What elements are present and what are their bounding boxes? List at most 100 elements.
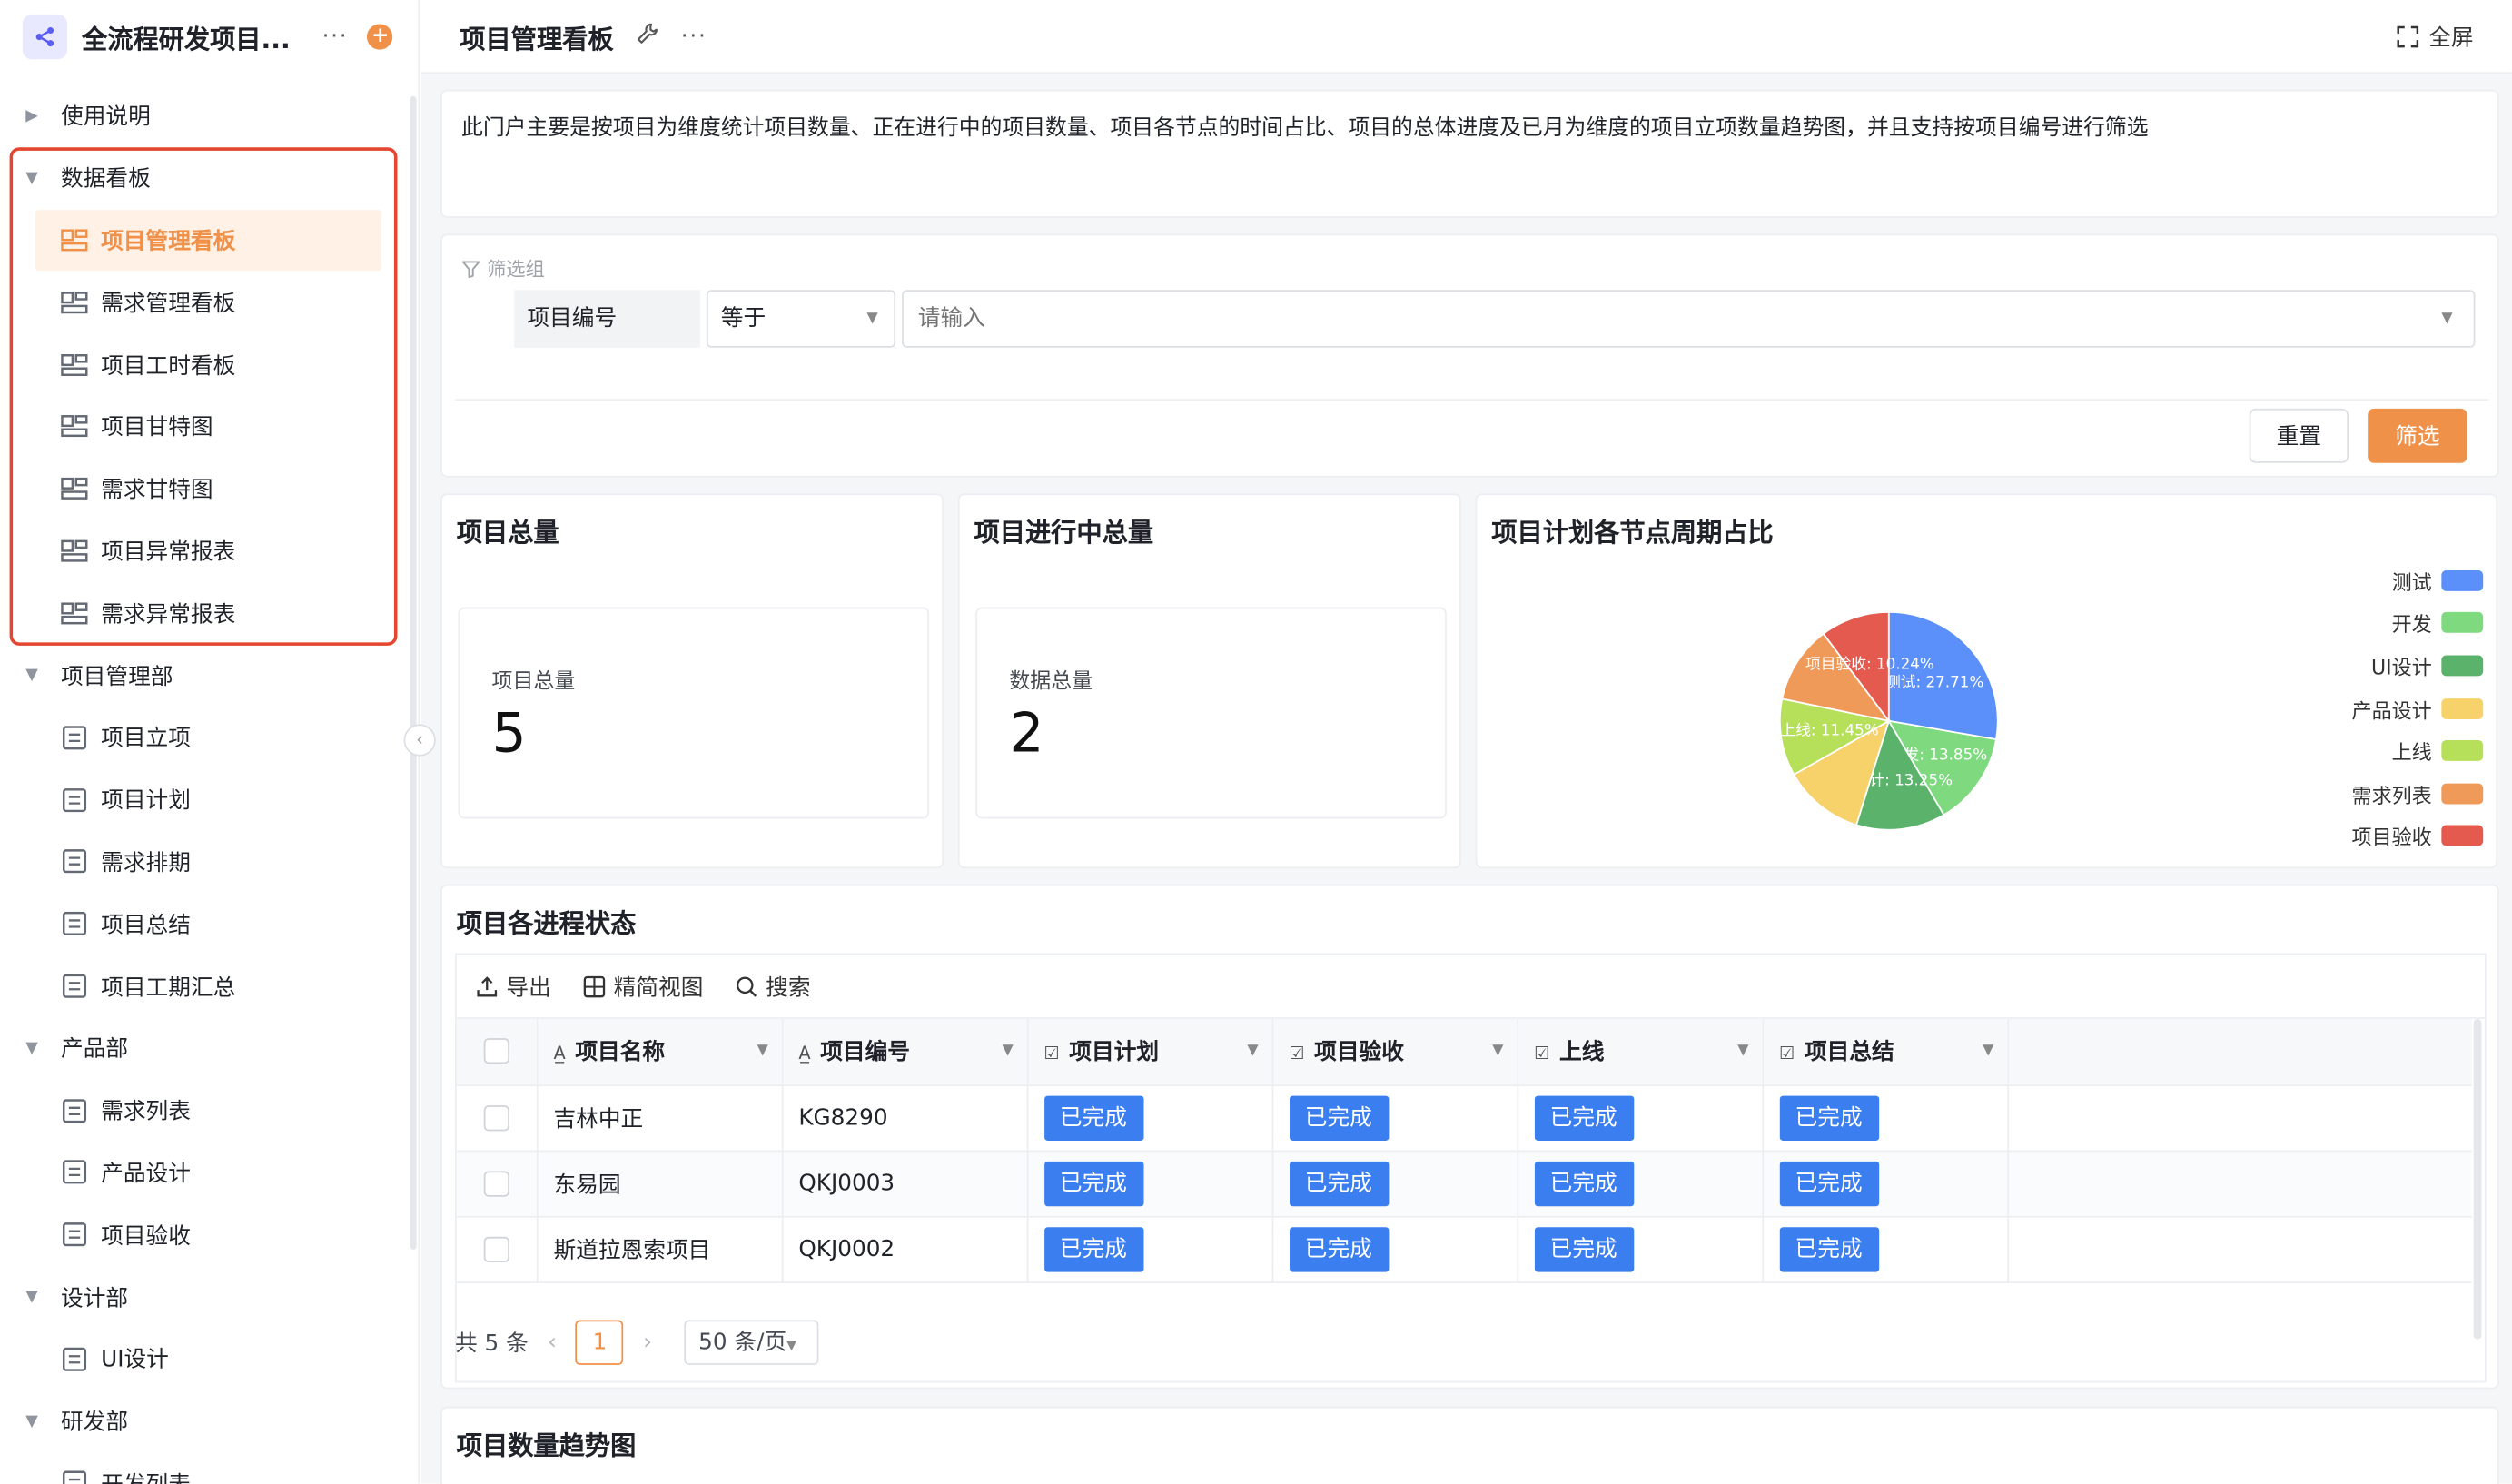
item-label: 产品设计 — [101, 1161, 191, 1188]
legend-item[interactable]: 测试 — [2352, 559, 2484, 602]
wrench-icon[interactable] — [636, 22, 658, 51]
sidebar-group-product[interactable]: ▼ 产品部 — [0, 1017, 401, 1079]
column-label: 项目计划 — [1069, 1040, 1160, 1066]
chevron-down-icon[interactable]: ▼ — [1737, 1019, 1748, 1084]
chevron-down-icon[interactable]: ▼ — [1492, 1019, 1503, 1084]
reset-button[interactable]: 重置 — [2249, 408, 2349, 463]
status-badge: 已完成 — [1534, 1094, 1634, 1141]
sidebar-group-pm[interactable]: ▼ 项目管理部 — [0, 644, 401, 706]
add-icon[interactable]: + — [367, 24, 393, 50]
collapse-sidebar-button[interactable]: ‹ — [403, 724, 436, 757]
filter-card: 筛选组 项目编号 等于 ▼ ▼ 重置 筛选 — [440, 233, 2499, 478]
sidebar-group-rd[interactable]: ▼ 研发部 — [0, 1390, 401, 1452]
sidebar-item-demand-schedule[interactable]: 需求排期 — [0, 831, 401, 893]
sidebar-item-duration-summary[interactable]: 项目工期汇总 — [0, 955, 401, 1017]
export-button[interactable]: 导出 — [476, 970, 551, 1002]
cell-launch: 已完成 — [1517, 1215, 1764, 1283]
filter-operator-select[interactable]: 等于 ▼ — [706, 290, 896, 348]
chevron-down-icon[interactable]: ▼ — [2441, 290, 2452, 348]
sidebar-item-project-gantt[interactable]: 项目甘特图 — [0, 396, 401, 458]
sidebar-item-project-plan[interactable]: 项目计划 — [0, 768, 401, 830]
sidebar-item-project-summary[interactable]: 项目总结 — [0, 893, 401, 955]
status-badge: 已完成 — [1289, 1161, 1389, 1206]
text-field-icon: A̲ — [553, 1043, 566, 1064]
chevron-down-icon[interactable]: ▼ — [1983, 1019, 1993, 1084]
chevron-down-icon[interactable]: ▼ — [757, 1019, 768, 1084]
sidebar-item-demand-board[interactable]: 需求管理看板 — [0, 272, 401, 333]
filter-button[interactable]: 筛选 — [2368, 408, 2467, 463]
column-header[interactable]: A̲ 项目编号 ▼ — [781, 1018, 1028, 1086]
pie-chart: 测试: 27.71%开发: 13.85%UI设计: 13.25%上线: 11.4… — [1778, 610, 1999, 831]
sidebar-item-project-board[interactable]: 项目管理看板 — [35, 209, 381, 272]
chart-legend: 测试 开发 UI设计 产品设计 上线需求列表项目验收 — [2352, 559, 2484, 857]
sidebar: 全流程研发项目... ··· + ▶ 使用说明 ▼ 数据看板 项目管理看板 需求管理… — [0, 0, 420, 1484]
item-label: 需求排期 — [101, 850, 191, 876]
sidebar-item-project-init[interactable]: 项目立项 — [0, 707, 401, 768]
cell-plan: 已完成 — [1026, 1084, 1273, 1152]
column-header[interactable]: ☑ 上线 ▼ — [1517, 1018, 1764, 1086]
more-icon[interactable]: ··· — [681, 24, 707, 49]
table-row[interactable]: 斯道拉恩索项目 QKJ0002 已完成 已完成 已完成 已完成 — [456, 1215, 2472, 1283]
column-header[interactable]: ☑ 项目总结 ▼ — [1762, 1018, 2009, 1086]
select-field-icon: ☑ — [1534, 1043, 1550, 1064]
fullscreen-button[interactable]: 全屏 — [2397, 20, 2474, 52]
select-all-checkbox[interactable] — [483, 1038, 509, 1064]
legend-item[interactable]: 项目验收 — [2352, 815, 2484, 857]
chevron-down-icon[interactable]: ▼ — [1003, 1019, 1014, 1084]
current-page[interactable]: 1 — [576, 1320, 624, 1365]
page-size-select[interactable]: 50 条/页▼ — [684, 1320, 819, 1365]
prev-page-icon[interactable]: ‹ — [548, 1330, 557, 1355]
column-header[interactable]: A̲ 项目名称 ▼ — [536, 1018, 783, 1086]
item-label: 项目立项 — [101, 726, 191, 752]
grid-icon — [583, 975, 606, 997]
main-content: 项目管理看板 ··· 全屏 此门户主要是按项目为维度统计项目数量、正在进行中的项… — [420, 0, 2512, 1484]
sidebar-item-demand-list[interactable]: 需求列表 — [0, 1079, 401, 1141]
sidebar-group-design[interactable]: ▼ 设计部 — [0, 1266, 401, 1328]
legend-label: 需求列表 — [2351, 783, 2432, 807]
legend-item[interactable]: 产品设计 — [2352, 687, 2484, 729]
table-row[interactable]: 吉林中正 KG8290 已完成 已完成 已完成 已完成 — [456, 1084, 2472, 1152]
legend-item[interactable]: 上线 — [2352, 729, 2484, 772]
row-checkbox[interactable] — [483, 1104, 509, 1131]
sidebar-item-dev-list[interactable]: 开发列表 — [0, 1452, 401, 1484]
search-button[interactable]: 搜索 — [736, 970, 811, 1002]
sidebar-item-acceptance[interactable]: 项目验收 — [0, 1203, 401, 1265]
compact-view-button[interactable]: 精简视图 — [583, 970, 703, 1002]
filter-icon — [461, 260, 480, 278]
table-toolbar: 导出 精简视图 搜索 — [454, 953, 2487, 1018]
stat-box: 数据总量 2 — [975, 607, 1447, 819]
sidebar-item-demand-exception[interactable]: 需求异常报表 — [0, 582, 401, 644]
sidebar-group-guide[interactable]: ▶ 使用说明 — [0, 84, 401, 146]
next-page-icon[interactable]: › — [643, 1330, 652, 1355]
legend-item[interactable]: 需求列表 — [2352, 772, 2484, 815]
legend-swatch — [2441, 612, 2484, 634]
trend-chart-card: 项目数量趋势图 — [440, 1406, 2499, 1484]
group-label: 研发部 — [61, 1410, 129, 1436]
share-icon[interactable] — [22, 14, 68, 60]
description-text: 此门户主要是按项目为维度统计项目数量、正在进行中的项目数量、项目各节点的时间占比… — [461, 115, 2149, 142]
filter-group-label: 筛选组 — [461, 254, 545, 282]
sidebar-item-demand-gantt[interactable]: 需求甘特图 — [0, 458, 401, 519]
more-icon[interactable]: ··· — [322, 24, 349, 49]
legend-item[interactable]: UI设计 — [2352, 644, 2484, 687]
sidebar-scrollbar[interactable] — [410, 95, 417, 1250]
legend-item[interactable]: 开发 — [2352, 602, 2484, 645]
sidebar-item-hours-board[interactable]: 项目工时看板 — [0, 333, 401, 395]
sidebar-item-project-exception[interactable]: 项目异常报表 — [0, 520, 401, 582]
row-checkbox[interactable] — [483, 1235, 509, 1262]
empty-header — [2007, 1018, 2472, 1086]
table-scrollbar[interactable] — [2473, 1018, 2482, 1340]
filter-value-input[interactable] — [902, 290, 2476, 348]
sidebar-item-product-design[interactable]: 产品设计 — [0, 1142, 401, 1203]
row-checkbox[interactable] — [483, 1170, 509, 1196]
caret-down-icon: ▼ — [25, 1288, 38, 1306]
table-row[interactable]: 东易园 QKJ0003 已完成 已完成 已完成 已完成 — [456, 1150, 2472, 1217]
export-label: 导出 — [506, 974, 551, 1001]
column-header[interactable]: ☑ 项目计划 ▼ — [1026, 1018, 1273, 1086]
legend-swatch — [2441, 740, 2484, 762]
sidebar-group-dashboard[interactable]: ▼ 数据看板 — [0, 147, 401, 209]
column-header[interactable]: ☑ 项目验收 ▼ — [1271, 1018, 1518, 1086]
sidebar-item-ui-design[interactable]: UI设计 — [0, 1328, 401, 1390]
chevron-down-icon[interactable]: ▼ — [1247, 1019, 1258, 1084]
stat-card-total: 项目总量 项目总量 5 — [440, 493, 944, 869]
